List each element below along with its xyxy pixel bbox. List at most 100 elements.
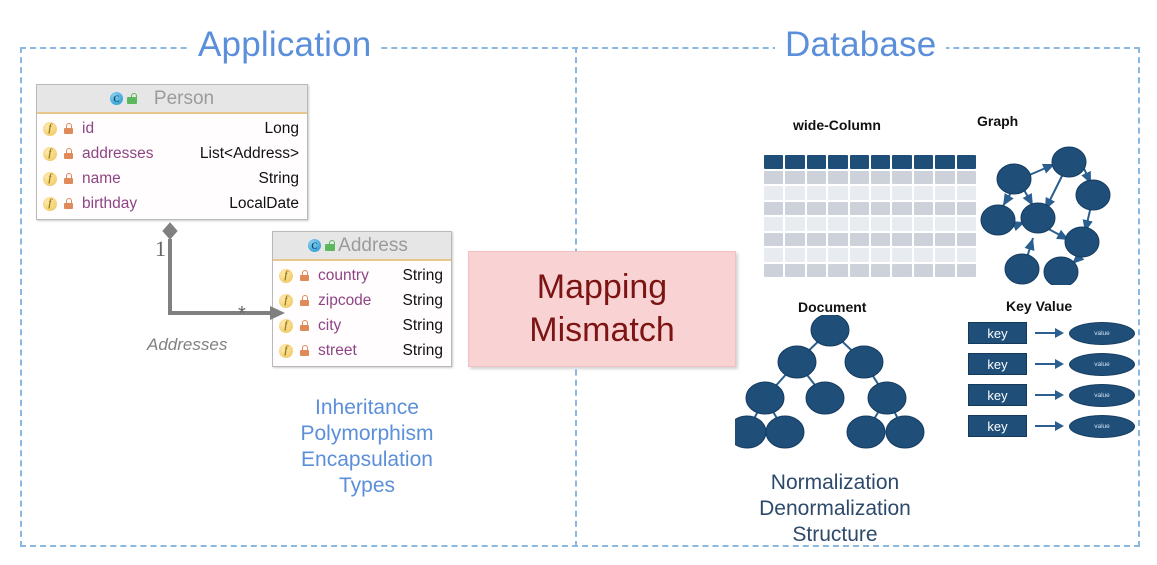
grid-body-cell [870,201,891,215]
grid-body-cell [870,186,891,200]
grid-body-cell [764,217,784,231]
key-value-row: key value [968,383,1135,407]
field-type: List<Address> [199,144,299,162]
grid-body-cell [828,232,848,246]
value-ellipse: value [1069,321,1135,345]
field-type: Long [264,119,299,137]
grid-body-cell [785,186,805,200]
unlock-icon [126,93,138,104]
grid-body-cell [892,217,912,231]
grid-body-cell [806,232,827,246]
wide-column-grid [764,155,976,277]
caption-graph: Graph [977,113,1019,129]
key-box: key [968,415,1027,437]
grid-body-cell [785,201,805,215]
zone-title-database: Database [775,22,947,68]
grid-body-cell [806,186,827,200]
db-concepts-list: Normalization Denormalization Structure [700,470,970,548]
field-name: city [318,316,342,334]
oo-concepts-list: Inheritance Polymorphism Encapsulation T… [232,395,502,499]
grid-body-cell [913,217,934,231]
uml-field-row: f addresses List<Address> [37,141,307,166]
grid-body-cell [892,170,912,184]
mismatch-line-2: Mismatch [529,311,675,349]
value-ellipse: value [1069,414,1135,438]
grid-body-cell [913,186,934,200]
association-role-label: Addresses [147,335,228,354]
grid-header-cell [849,155,869,169]
diagram-canvas: Application Database C Person f id Long … [0,0,1157,565]
zone-title-application: Application [188,22,382,68]
db-concept-item: Denormalization [759,497,911,520]
key-value-row: key value [968,352,1135,376]
grid-body-cell [849,232,869,246]
grid-body-cell [764,232,784,246]
grid-header-cell [764,155,784,169]
lock-icon [300,345,309,356]
field-icon: f [43,121,57,136]
grid-body-cell [828,263,848,277]
grid-body-cell [764,201,784,215]
grid-body-cell [828,217,848,231]
grid-body-cell [785,217,805,231]
value-ellipse: value [1069,352,1135,376]
class-icon: C [110,92,123,105]
grid-body-cell [764,186,784,200]
grid-body-cell [785,232,805,246]
grid-header-cell [913,155,934,169]
uml-person-title: Person [153,87,215,109]
grid-body-cell [913,263,934,277]
field-name: zipcode [318,291,372,309]
key-box: key [968,322,1027,344]
grid-body-cell [935,263,955,277]
grid-body-cell [785,170,805,184]
grid-body-cell [870,263,891,277]
grid-header-cell [828,155,848,169]
grid-body-cell [892,186,912,200]
uml-person-fields: f id Long f addresses List<Address> f na… [37,114,307,219]
lock-icon [64,173,73,184]
grid-body-cell [935,201,955,215]
grid-header-cell [806,155,827,169]
grid-body-cell [764,170,784,184]
field-icon: f [279,343,293,358]
grid-body-cell [892,232,912,246]
arrow-right-icon [1027,322,1069,344]
field-icon: f [43,146,57,161]
oo-concept-item: Types [338,474,396,497]
grid-body-cell [828,186,848,200]
grid-body-cell [806,170,827,184]
grid-body-cell [849,248,869,262]
grid-body-cell [785,263,805,277]
grid-body-cell [892,263,912,277]
grid-body-cell [764,263,784,277]
key-value-illustration: key value key value key value key value [968,321,1135,446]
uml-field-row: f name String [37,166,307,191]
caption-document: Document [798,299,867,315]
uml-person-header: C Person [37,85,307,114]
arrow-right-icon [1027,384,1069,406]
grid-body-cell [849,186,869,200]
field-name: country [318,266,369,284]
arrow-right-icon [1027,415,1069,437]
caption-key-value: Key Value [1006,298,1073,314]
grid-body-cell [870,170,891,184]
grid-body-cell [828,201,848,215]
oo-concept-item: Polymorphism [300,422,434,445]
grid-body-cell [849,201,869,215]
field-icon: f [43,196,57,211]
mapping-mismatch-callout: Mapping Mismatch [468,251,736,367]
grid-body-cell [764,248,784,262]
field-name: birthday [82,194,138,212]
field-type: String [402,341,444,359]
uml-field-row: f id Long [37,116,307,141]
grid-body-cell [913,232,934,246]
field-type: String [402,266,444,284]
grid-body-cell [913,248,934,262]
unlock-icon [324,240,336,251]
lock-icon [64,148,73,159]
grid-body-cell [870,248,891,262]
field-name: id [82,119,95,137]
key-value-row: key value [968,414,1135,438]
grid-header-cell [935,155,955,169]
